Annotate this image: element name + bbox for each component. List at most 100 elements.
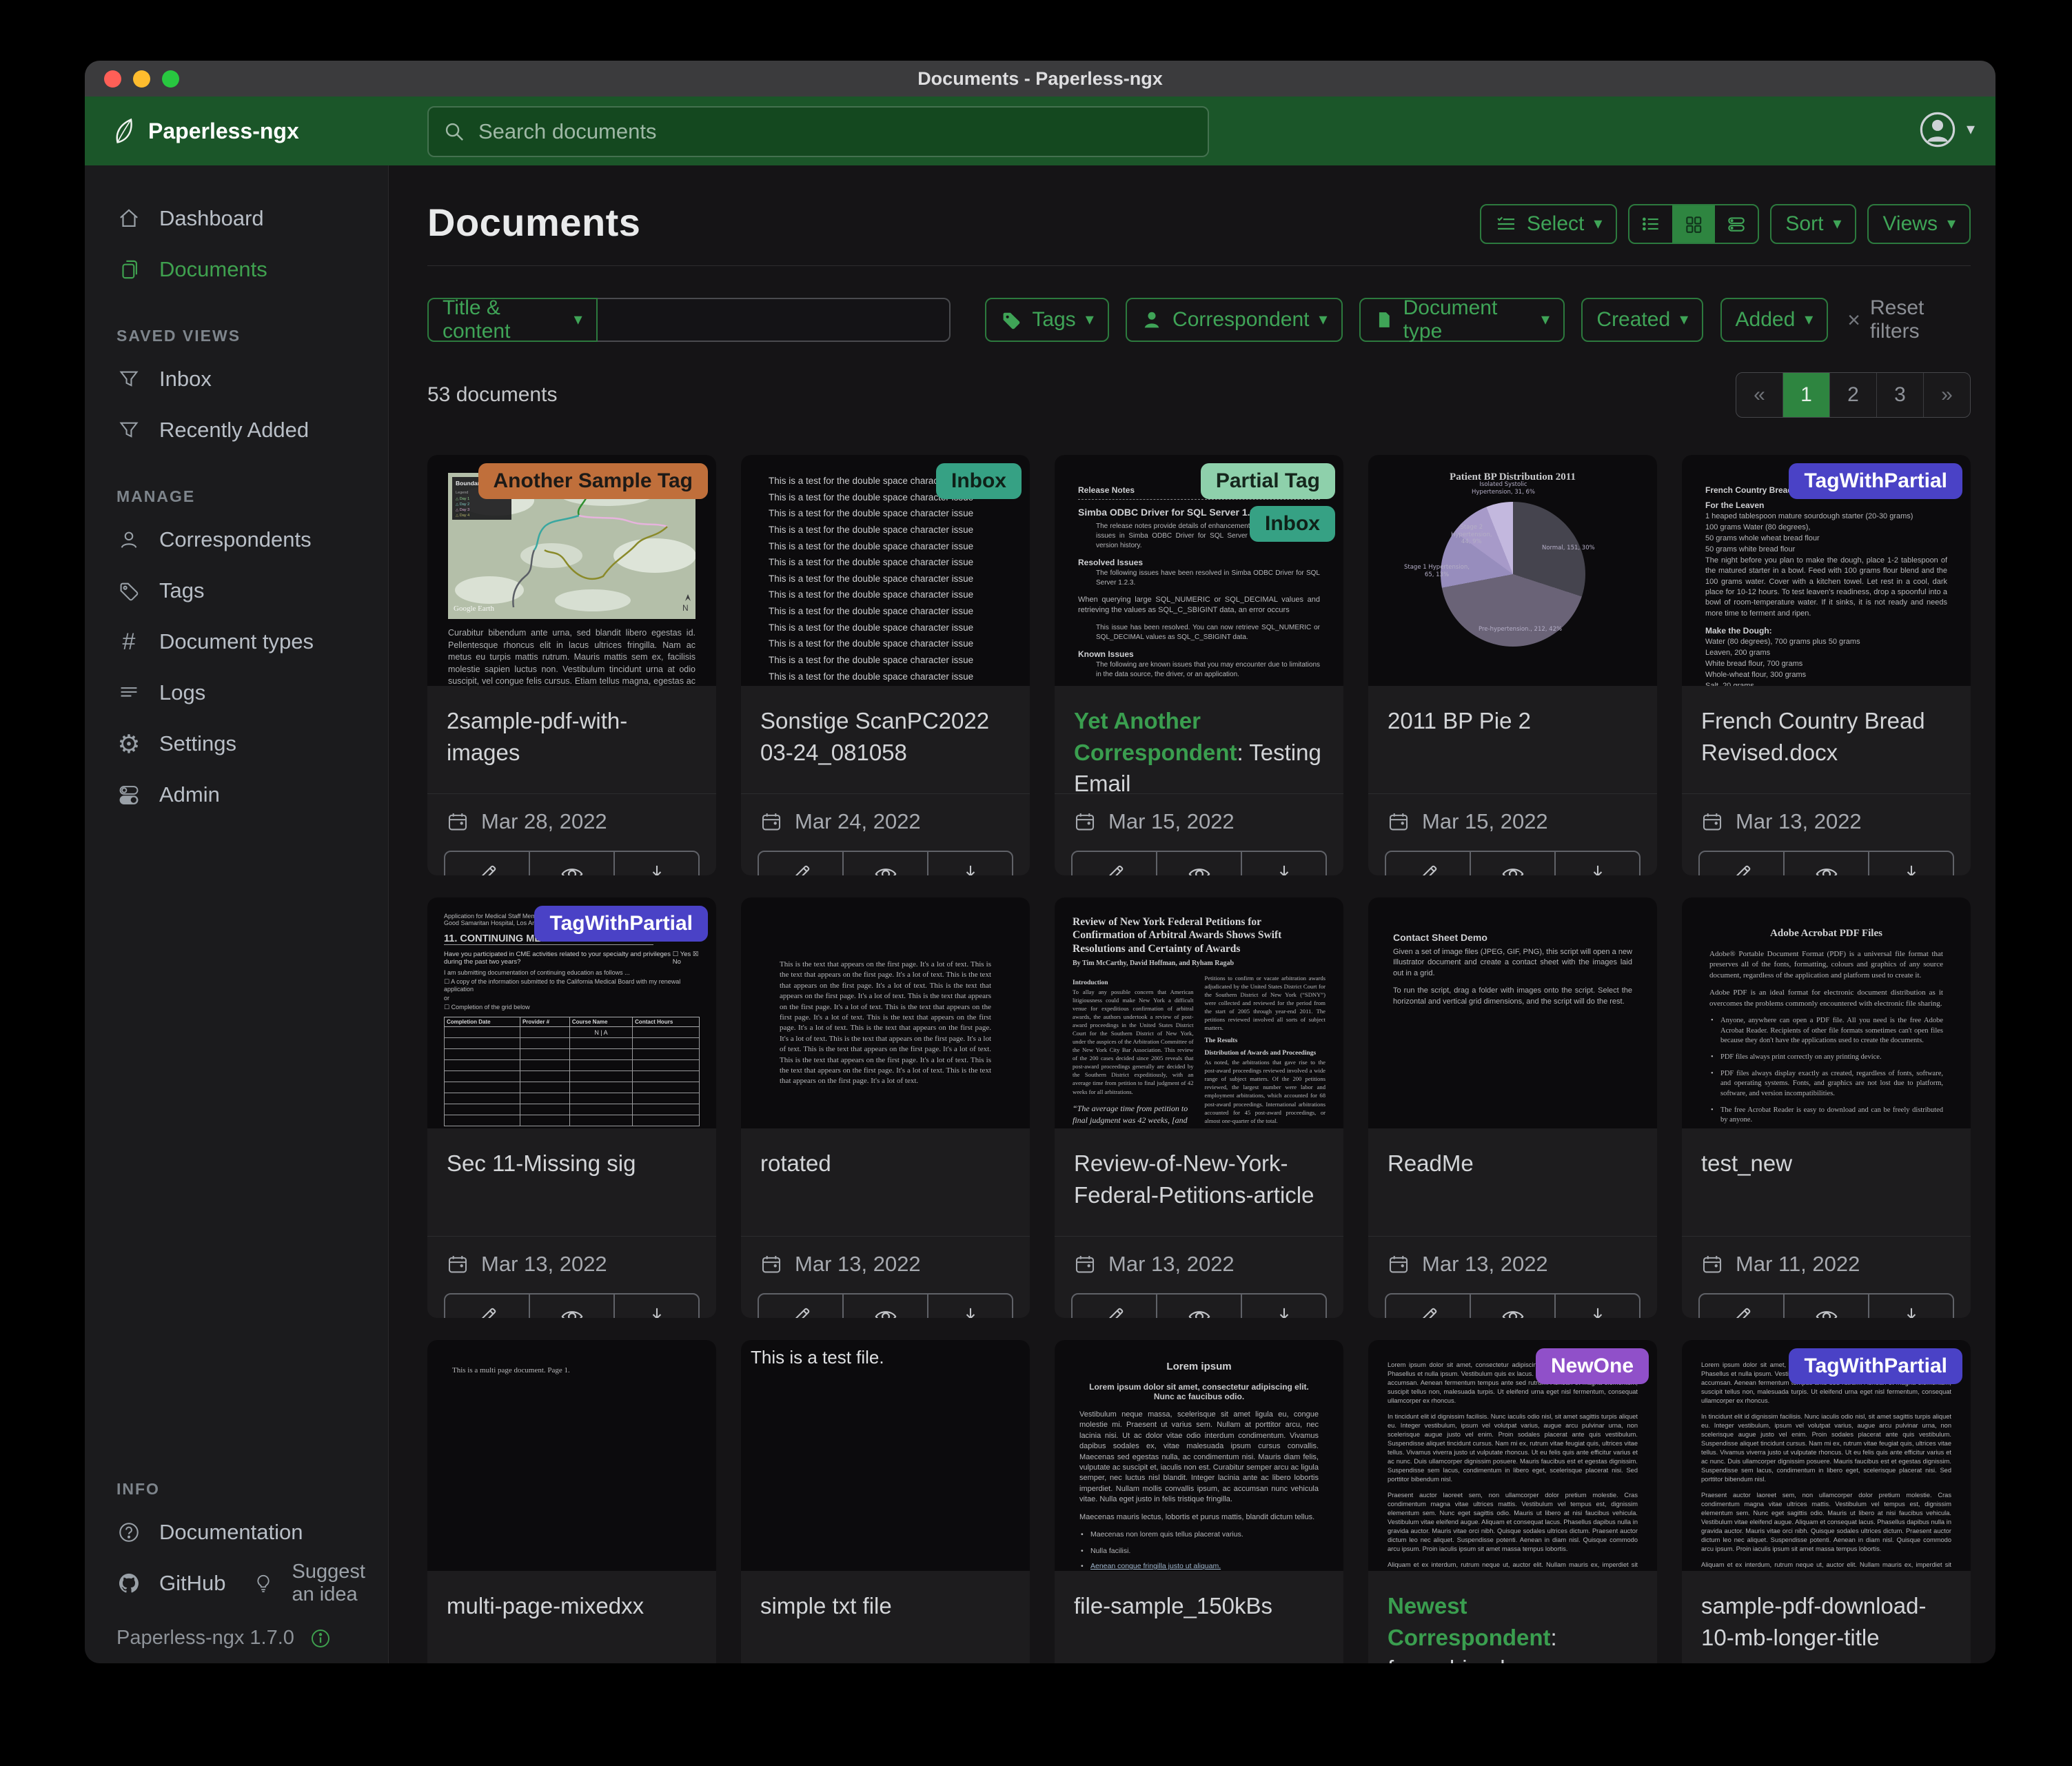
- zoom-window-button[interactable]: [162, 70, 179, 88]
- download-button[interactable]: [1868, 852, 1953, 875]
- title-content-filter-input[interactable]: [598, 298, 951, 342]
- document-title[interactable]: 2011 BP Pie 2: [1368, 686, 1657, 777]
- document-title[interactable]: French Country Bread Revised.docx: [1682, 686, 1971, 777]
- sidebar-item-settings[interactable]: ⚙ Settings: [85, 718, 388, 769]
- document-card[interactable]: Release NotesSimba ODBC Driver for SQL S…: [1055, 455, 1343, 875]
- document-title[interactable]: Yet Another Correspondent: Testing Email: [1055, 686, 1343, 777]
- list-view-button[interactable]: [1629, 205, 1672, 243]
- tag-badge[interactable]: NewOne: [1536, 1348, 1649, 1384]
- document-title[interactable]: file-sample_150kBs: [1055, 1571, 1343, 1662]
- tag-badge[interactable]: Partial Tag: [1201, 463, 1335, 499]
- document-thumbnail[interactable]: This is a multi page document. Page 1.: [427, 1340, 716, 1571]
- edit-button[interactable]: [445, 852, 529, 875]
- edit-button[interactable]: [1386, 1295, 1470, 1318]
- view-button[interactable]: [1783, 1295, 1868, 1318]
- correspondent-name[interactable]: Yet Another Correspondent: [1074, 708, 1237, 765]
- document-thumbnail[interactable]: This is the text that appears on the fir…: [741, 897, 1030, 1128]
- brand[interactable]: Paperless-ngx: [108, 116, 299, 145]
- edit-button[interactable]: [1073, 852, 1156, 875]
- edit-button[interactable]: [445, 1295, 529, 1318]
- created-filter-button[interactable]: Created ▾: [1581, 298, 1703, 342]
- document-thumbnail[interactable]: Lorem ipsum dolor sit amet, consectetur …: [1368, 1340, 1657, 1571]
- sidebar-item-suggest-idea[interactable]: Suggest an idea: [225, 1558, 388, 1609]
- close-window-button[interactable]: [104, 70, 121, 88]
- view-button[interactable]: [1470, 852, 1554, 875]
- tag-badge[interactable]: TagWithPartial: [1789, 463, 1962, 499]
- document-thumbnail[interactable]: Lorem ipsum dolor sit amet, consectetur …: [1682, 1340, 1971, 1571]
- document-card[interactable]: This is a test file. simple txt file: [741, 1340, 1030, 1663]
- sidebar-item-recently-added[interactable]: Recently Added: [85, 405, 388, 456]
- view-button[interactable]: [529, 1295, 613, 1318]
- document-thumbnail[interactable]: This is a test for the double space char…: [741, 455, 1030, 686]
- document-title[interactable]: rotated: [741, 1128, 1030, 1219]
- tag-badge[interactable]: TagWithPartial: [534, 906, 708, 942]
- document-type-filter-button[interactable]: Document type ▾: [1359, 298, 1565, 342]
- document-card[interactable]: French Country BreadFor the Leaven1 heap…: [1682, 455, 1971, 875]
- sidebar-item-inbox[interactable]: Inbox: [85, 354, 388, 405]
- tag-badge[interactable]: Another Sample Tag: [478, 463, 708, 499]
- view-button[interactable]: [529, 852, 613, 875]
- document-thumbnail[interactable]: Contact Sheet DemoGiven a set of image f…: [1368, 897, 1657, 1128]
- sidebar-item-logs[interactable]: Logs: [85, 667, 388, 718]
- document-thumbnail[interactable]: Patient BP Distribution 2011Normal, 151,…: [1368, 455, 1657, 686]
- document-card[interactable]: Lorem ipsum dolor sit amet, consectetur …: [1682, 1340, 1971, 1663]
- download-button[interactable]: [613, 1295, 698, 1318]
- download-button[interactable]: [1554, 1295, 1639, 1318]
- document-card[interactable]: Application for Medical Staff MembersGoo…: [427, 897, 716, 1318]
- user-menu[interactable]: ▾: [1918, 110, 1975, 149]
- sidebar-item-admin[interactable]: Admin: [85, 769, 388, 820]
- tags-filter-button[interactable]: Tags ▾: [985, 298, 1108, 342]
- edit-button[interactable]: [1073, 1295, 1156, 1318]
- search-bar[interactable]: [427, 106, 1209, 157]
- tag-badge[interactable]: Inbox: [1250, 506, 1335, 542]
- sidebar-item-document-types[interactable]: # Document types: [85, 616, 388, 667]
- document-card[interactable]: This is a test for the double space char…: [741, 455, 1030, 875]
- document-title[interactable]: Sonstige ScanPC2022 03-24_081058: [741, 686, 1030, 777]
- document-title[interactable]: Sec 11-Missing sig: [427, 1128, 716, 1219]
- reset-filters-button[interactable]: × Reset filters: [1847, 296, 1971, 343]
- document-card[interactable]: Adobe Acrobat PDF FilesAdobe® Portable D…: [1682, 897, 1971, 1318]
- page-cell-2[interactable]: 2: [1829, 373, 1876, 417]
- edit-button[interactable]: [759, 852, 842, 875]
- view-button[interactable]: [1470, 1295, 1554, 1318]
- document-thumbnail[interactable]: Adobe Acrobat PDF FilesAdobe® Portable D…: [1682, 897, 1971, 1128]
- views-button[interactable]: Views ▾: [1867, 204, 1971, 244]
- minimize-window-button[interactable]: [133, 70, 150, 88]
- sidebar-item-dashboard[interactable]: Dashboard: [85, 193, 388, 244]
- sidebar-item-documentation[interactable]: Documentation: [85, 1507, 388, 1558]
- document-thumbnail[interactable]: This is a test file.: [741, 1340, 1030, 1571]
- page-cell-1[interactable]: 1: [1782, 373, 1829, 417]
- view-button[interactable]: [842, 1295, 927, 1318]
- grid-view-button[interactable]: [1672, 205, 1715, 243]
- edit-button[interactable]: [759, 1295, 842, 1318]
- added-filter-button[interactable]: Added ▾: [1720, 298, 1829, 342]
- select-button[interactable]: Select ▾: [1480, 204, 1617, 244]
- document-card[interactable]: Patient BP Distribution 2011Normal, 151,…: [1368, 455, 1657, 875]
- document-title[interactable]: multi-page-mixedxx: [427, 1571, 716, 1662]
- download-button[interactable]: [1241, 852, 1326, 875]
- download-button[interactable]: [613, 852, 698, 875]
- download-button[interactable]: [1868, 1295, 1953, 1318]
- document-card[interactable]: This is the text that appears on the fir…: [741, 897, 1030, 1318]
- document-title[interactable]: sample-pdf-download-10-mb-longer-title: [1682, 1571, 1971, 1662]
- tag-badge[interactable]: TagWithPartial: [1789, 1348, 1962, 1384]
- document-card[interactable]: Lorem ipsum dolor sit amet, consectetur …: [1368, 1340, 1657, 1663]
- document-card[interactable]: Review of New York Federal Petitions for…: [1055, 897, 1343, 1318]
- download-button[interactable]: [1241, 1295, 1326, 1318]
- correspondent-filter-button[interactable]: Correspondent ▾: [1126, 298, 1343, 342]
- info-icon[interactable]: [309, 1627, 332, 1650]
- edit-button[interactable]: [1700, 1295, 1783, 1318]
- document-title[interactable]: simple txt file: [741, 1571, 1030, 1662]
- view-button[interactable]: [842, 852, 927, 875]
- sidebar-item-correspondents[interactable]: Correspondents: [85, 514, 388, 565]
- edit-button[interactable]: [1700, 852, 1783, 875]
- document-thumbnail[interactable]: Boundary Waters TripLegend△ Day 1△ Day 2…: [427, 455, 716, 686]
- download-button[interactable]: [1554, 852, 1639, 875]
- download-button[interactable]: [927, 1295, 1012, 1318]
- title-content-filter-button[interactable]: Title & content ▾: [427, 298, 598, 342]
- page-cell-«[interactable]: «: [1736, 373, 1782, 417]
- document-title[interactable]: Review-of-New-York-Federal-Petitions-art…: [1055, 1128, 1343, 1219]
- document-title[interactable]: test_new: [1682, 1128, 1971, 1219]
- document-thumbnail[interactable]: Release NotesSimba ODBC Driver for SQL S…: [1055, 455, 1343, 686]
- sort-button[interactable]: Sort ▾: [1770, 204, 1856, 244]
